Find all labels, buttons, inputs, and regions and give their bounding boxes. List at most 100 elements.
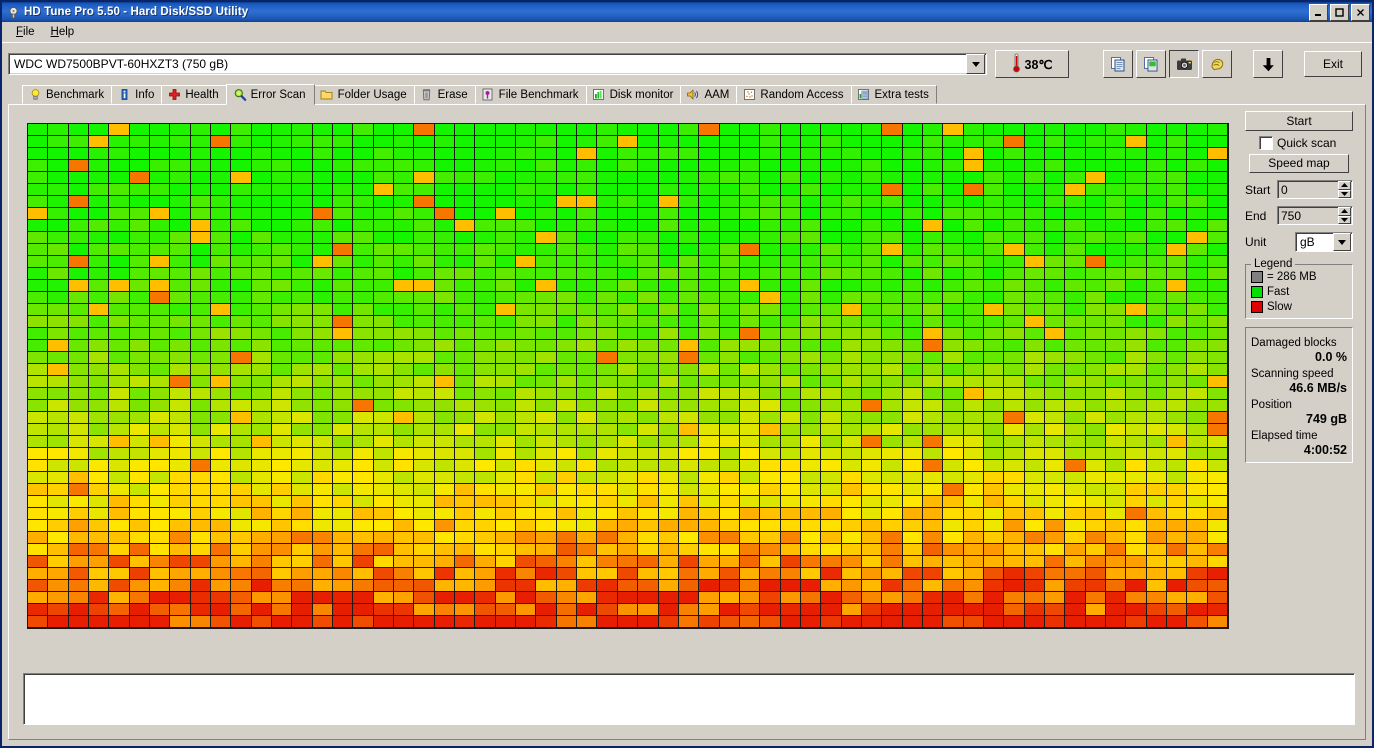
surface-block	[150, 292, 170, 304]
surface-block	[48, 472, 68, 484]
tab-benchmark[interactable]: Benchmark	[22, 85, 112, 104]
surface-block	[1167, 496, 1187, 508]
surface-block	[28, 292, 48, 304]
surface-block	[170, 472, 190, 484]
surface-block	[1126, 460, 1146, 472]
surface-block	[1147, 376, 1167, 388]
surface-block	[28, 196, 48, 208]
start-scan-button[interactable]: Start	[1245, 111, 1353, 131]
surface-block	[760, 316, 780, 328]
screenshot-button[interactable]	[1169, 50, 1199, 78]
tab-erase[interactable]: Erase	[414, 85, 476, 104]
spinner-down-icon[interactable]	[1338, 190, 1351, 199]
surface-block	[964, 148, 984, 160]
surface-block	[679, 388, 699, 400]
surface-block	[48, 448, 68, 460]
chevron-down-icon[interactable]	[1333, 233, 1351, 251]
surface-block	[211, 604, 231, 616]
surface-block	[760, 520, 780, 532]
surface-block	[1208, 532, 1228, 544]
start-range-input[interactable]: 0	[1277, 180, 1353, 199]
exit-button[interactable]: Exit	[1304, 51, 1362, 77]
surface-block	[882, 616, 902, 628]
copy-text-button[interactable]	[1103, 50, 1133, 78]
surface-block	[150, 436, 170, 448]
close-button[interactable]	[1351, 4, 1370, 21]
surface-block	[394, 496, 414, 508]
surface-block	[1167, 400, 1187, 412]
surface-block	[720, 280, 740, 292]
surface-block	[455, 268, 475, 280]
surface-block	[882, 412, 902, 424]
surface-block	[353, 160, 373, 172]
surface-block	[740, 508, 760, 520]
surface-block	[231, 400, 251, 412]
surface-block	[638, 232, 658, 244]
surface-block	[374, 148, 394, 160]
surface-block	[109, 268, 129, 280]
surface-block	[435, 160, 455, 172]
drive-select[interactable]: WDC WD7500BPVT-60HXZT3 (750 gB)	[8, 53, 987, 75]
surface-block	[272, 328, 292, 340]
chevron-down-icon[interactable]	[966, 54, 985, 74]
surface-block	[923, 244, 943, 256]
surface-block	[760, 160, 780, 172]
surface-block	[89, 580, 109, 592]
tab-folder-usage[interactable]: Folder Usage	[314, 85, 415, 104]
surface-block	[1004, 268, 1024, 280]
surface-block	[943, 196, 963, 208]
spinner-up-icon[interactable]	[1338, 207, 1351, 216]
tab-error-scan[interactable]: Error Scan	[226, 84, 315, 105]
maximize-button[interactable]	[1330, 4, 1349, 21]
surface-block	[536, 268, 556, 280]
surface-block	[414, 496, 434, 508]
surface-block	[89, 352, 109, 364]
tab-aam[interactable]: AAM	[680, 85, 737, 104]
surface-block	[618, 220, 638, 232]
surface-block	[903, 136, 923, 148]
spinner-down-icon[interactable]	[1338, 216, 1351, 225]
tab-info[interactable]: Info	[111, 85, 162, 104]
unit-select[interactable]: gB	[1295, 232, 1353, 252]
save-button[interactable]	[1253, 50, 1283, 78]
tab-file-benchmark[interactable]: File Benchmark	[475, 85, 587, 104]
start-range-stepper[interactable]	[1338, 181, 1351, 198]
tab-extra-tests[interactable]: Extra tests	[851, 85, 937, 104]
quick-scan-checkbox[interactable]	[1259, 136, 1273, 150]
tab-disk-monitor[interactable]: Disk monitor	[586, 85, 682, 104]
surface-block	[1025, 352, 1045, 364]
surface-block	[496, 616, 516, 628]
surface-block	[679, 376, 699, 388]
spinner-up-icon[interactable]	[1338, 181, 1351, 190]
menu-help[interactable]: Help	[43, 24, 83, 40]
surface-block	[353, 544, 373, 556]
menu-file[interactable]: File	[8, 24, 43, 40]
surface-block	[801, 436, 821, 448]
minimize-button[interactable]	[1309, 4, 1328, 21]
surface-block	[333, 580, 353, 592]
surface-block	[516, 412, 536, 424]
surface-block	[1004, 172, 1024, 184]
surface-block	[28, 232, 48, 244]
surface-block	[170, 148, 190, 160]
lightbulb-icon	[28, 88, 42, 102]
copy-image-button[interactable]	[1136, 50, 1166, 78]
speed-map-button[interactable]: Speed map	[1249, 154, 1349, 173]
surface-block	[333, 244, 353, 256]
quick-scan-row[interactable]: Quick scan	[1259, 136, 1353, 150]
annotate-button[interactable]	[1202, 50, 1232, 78]
surface-block	[1208, 400, 1228, 412]
surface-block	[48, 556, 68, 568]
tab-health[interactable]: Health	[161, 85, 226, 104]
surface-block	[923, 388, 943, 400]
surface-block-map[interactable]	[27, 123, 1229, 629]
surface-block	[1025, 424, 1045, 436]
end-range-stepper[interactable]	[1338, 207, 1351, 224]
temperature-indicator[interactable]: 38℃	[995, 50, 1069, 78]
surface-block	[48, 532, 68, 544]
surface-block	[1106, 244, 1126, 256]
end-range-input[interactable]: 750	[1277, 206, 1353, 225]
tab-random-access[interactable]: Random Access	[736, 85, 851, 104]
surface-block	[638, 472, 658, 484]
log-output[interactable]	[23, 673, 1355, 725]
